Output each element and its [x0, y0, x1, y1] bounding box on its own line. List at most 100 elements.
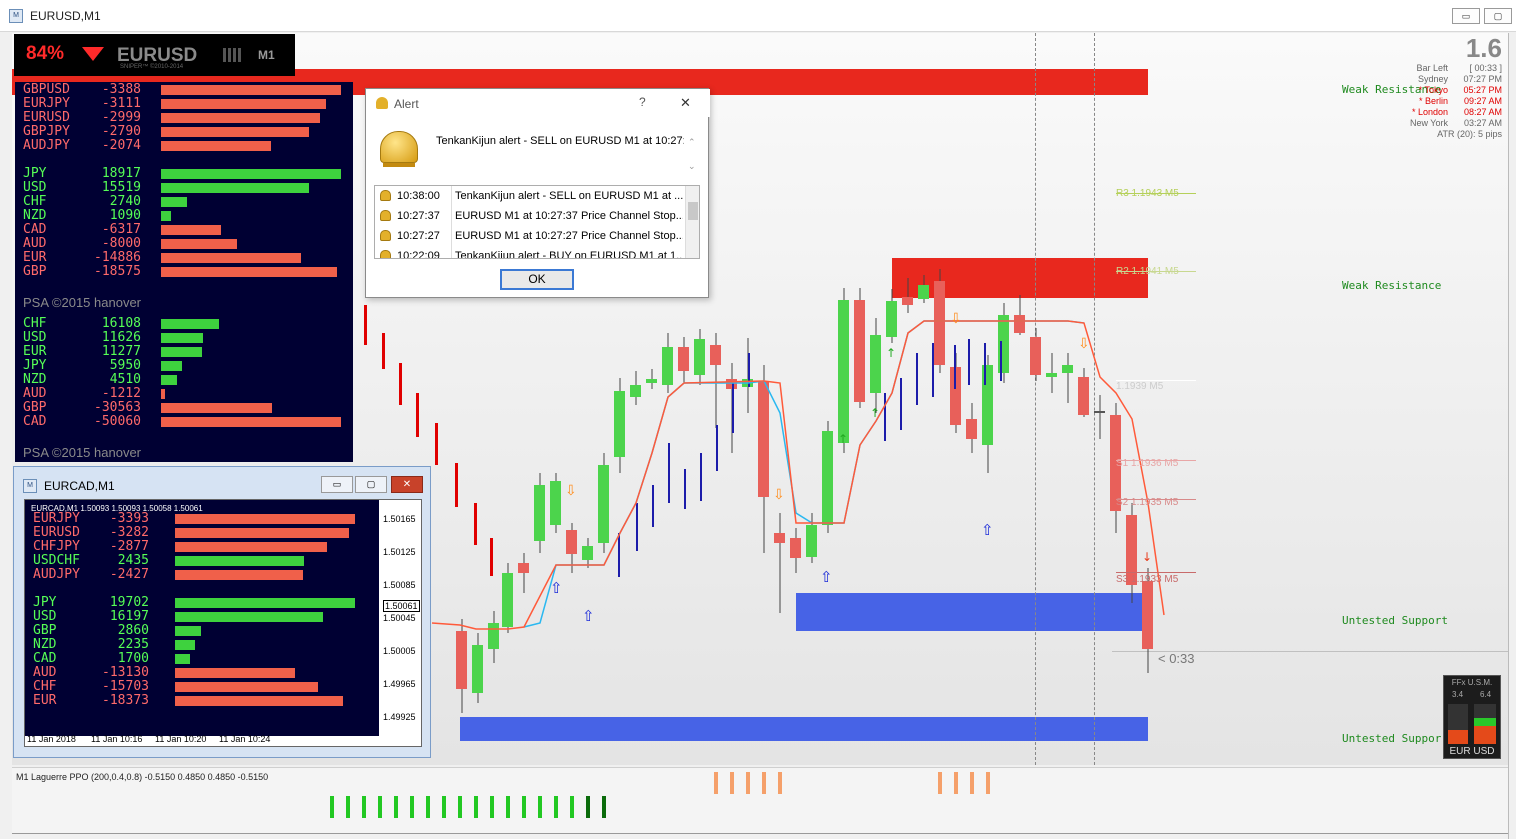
- strength-value: 2740: [109, 194, 141, 209]
- svg-text:⇩: ⇩: [773, 487, 785, 503]
- alert-bell-icon: [376, 97, 388, 109]
- session-time: 09:27 AM: [1463, 96, 1502, 106]
- strength-bar: [175, 654, 190, 664]
- s3-line: [1116, 572, 1196, 573]
- strength-name: USD: [33, 609, 57, 624]
- bell-icon: [380, 210, 391, 221]
- strength-value: 11277: [101, 344, 141, 359]
- strength-bar: [161, 169, 341, 179]
- alert-history-list[interactable]: 10:38:00 TenkanKijun alert - SELL on EURU…: [374, 185, 700, 259]
- message-scroll-down[interactable]: ⌄: [688, 161, 696, 172]
- strength-name: GBP: [33, 623, 57, 638]
- strength-value: 5950: [109, 358, 141, 373]
- strength-name: JPY: [23, 166, 47, 181]
- strength-bar: [175, 626, 201, 636]
- usm-title: FFx U.S.M.: [1451, 678, 1493, 687]
- strength-value: -15703: [102, 679, 149, 694]
- session-time: 05:27 PM: [1463, 85, 1502, 95]
- strength-value: -3111: [101, 96, 141, 111]
- list-scrollbar[interactable]: [685, 186, 699, 258]
- price-tick: 1.50005: [383, 646, 416, 656]
- session-name: New York: [1409, 118, 1448, 128]
- candles: [456, 269, 1153, 713]
- price-tick: 1.50045: [383, 613, 416, 623]
- strength-name: EUR: [23, 344, 47, 359]
- bell-icon: [380, 230, 391, 241]
- strength-row: NZD 2235: [25, 638, 379, 652]
- strength-value: 4510: [109, 372, 141, 387]
- eurcad-chart[interactable]: EURCAD,M1 1.50093 1.50093 1.50058 1.5006…: [24, 499, 422, 747]
- strength-row: EURJPY -3393: [25, 512, 379, 526]
- usm-meter: FFx U.S.M. 3.4 6.4 EUR USD: [1443, 675, 1501, 759]
- subwindow-title: EURCAD,M1: [44, 479, 115, 493]
- strength-name: CHF: [23, 316, 47, 331]
- strength-value: -18575: [94, 264, 141, 279]
- pivot-level-label: S2 1.1935 M5: [1116, 497, 1179, 508]
- price-scale[interactable]: [1508, 33, 1516, 839]
- alert-title: Alert: [394, 97, 419, 111]
- message-scroll-up[interactable]: ⌃: [688, 137, 696, 148]
- strength-row: GBP -18575: [15, 265, 353, 279]
- laguerre-ppo-panel[interactable]: M1 Laguerre PPO (200,0.4,0.8) -0.5150 0.…: [12, 767, 1508, 833]
- strength-bar: [175, 570, 303, 580]
- session-time: 03:27 AM: [1463, 118, 1502, 128]
- price-tick: 1.50165: [383, 514, 416, 524]
- strength-value: -2877: [109, 539, 149, 554]
- strength-value: -13130: [102, 665, 149, 680]
- strength-bar: [175, 598, 355, 608]
- price-tick: 1.50125: [383, 547, 416, 557]
- sub-restore-button[interactable]: ▢: [355, 476, 387, 493]
- strength-bar: [161, 403, 272, 413]
- alert-history-item[interactable]: 10:22:09 TenkanKijun alert - BUY on EURUS…: [375, 246, 685, 258]
- help-button[interactable]: ?: [639, 95, 646, 109]
- session-name: * Tokyo: [1418, 85, 1448, 95]
- currency-strength-panel: GBPUSD -3388 EURJPY -3111 EURUSD -2999 GBPJPY -…: [15, 82, 353, 462]
- strength-value: -8000: [101, 236, 141, 251]
- strength-value: -3393: [109, 511, 149, 526]
- strength-bar: [175, 528, 349, 538]
- usm-left-value: 3.4: [1452, 690, 1464, 699]
- strength-bar: [175, 682, 318, 692]
- bell-icon: [380, 190, 391, 201]
- strength-bar: [161, 333, 203, 343]
- strength-row: GBP -30563: [15, 401, 353, 415]
- sub-minimize-button[interactable]: ▭: [321, 476, 353, 493]
- strength-value: 2435: [117, 553, 149, 568]
- ok-button[interactable]: OK: [500, 269, 574, 290]
- spread-value: 1.6: [1465, 33, 1502, 63]
- sub-close-button[interactable]: ✕: [391, 476, 423, 493]
- strength-row: EUR -18373: [25, 694, 379, 708]
- strength-row: CHFJPY -2877: [25, 540, 379, 554]
- strength-row: CAD 1700: [25, 652, 379, 666]
- strength-value: 1090: [109, 208, 141, 223]
- alert-text: EURUSD M1 at 10:27:27 Price Channel Stop…: [455, 230, 683, 242]
- minimize-button[interactable]: ▭: [1452, 8, 1480, 24]
- session-name: * London: [1411, 107, 1448, 117]
- bar-countdown: < 0:33: [1158, 651, 1195, 666]
- strength-bar: [161, 197, 187, 207]
- strength-value: 16197: [109, 609, 149, 624]
- svg-text:⇧: ⇧: [820, 568, 833, 586]
- restore-button[interactable]: ▢: [1484, 8, 1512, 24]
- alert-history-item[interactable]: 10:38:00 TenkanKijun alert - SELL on EURU…: [375, 186, 685, 206]
- pivot-level-label: 1.1939 M5: [1116, 381, 1164, 392]
- strength-bar: [161, 113, 320, 123]
- alert-time: 10:27:37: [397, 210, 440, 222]
- strength-bar: [161, 375, 177, 385]
- scrollbar-thumb[interactable]: [688, 202, 698, 220]
- window-titlebar: M EURUSD,M1 ▭ ▢: [0, 0, 1516, 32]
- alert-history-item[interactable]: 10:27:27 EURUSD M1 at 10:27:27 Price Chan…: [375, 226, 685, 246]
- strength-row: JPY 19702: [25, 596, 379, 610]
- svg-text:⇩: ⇩: [1078, 336, 1090, 352]
- strength-value: 15519: [101, 180, 141, 195]
- eurcad-subwindow[interactable]: M EURCAD,M1 ▭ ▢ ✕ EURCAD,M1 1.50093 1.50…: [13, 466, 431, 758]
- strength-name: USD: [23, 330, 47, 345]
- close-button[interactable]: ✕: [680, 95, 691, 111]
- move-percent: 84%: [26, 43, 65, 64]
- session-time: 08:27 AM: [1463, 107, 1502, 117]
- alert-history-item[interactable]: 10:27:37 EURUSD M1 at 10:27:37 Price Chan…: [375, 206, 685, 226]
- strength-bar: [161, 267, 337, 277]
- strength-name: CAD: [23, 222, 47, 237]
- time-axis[interactable]: [12, 833, 1508, 839]
- sniper-ticker: 84% EURUSD SNIPER™ ©2010-2014 M1: [14, 34, 295, 76]
